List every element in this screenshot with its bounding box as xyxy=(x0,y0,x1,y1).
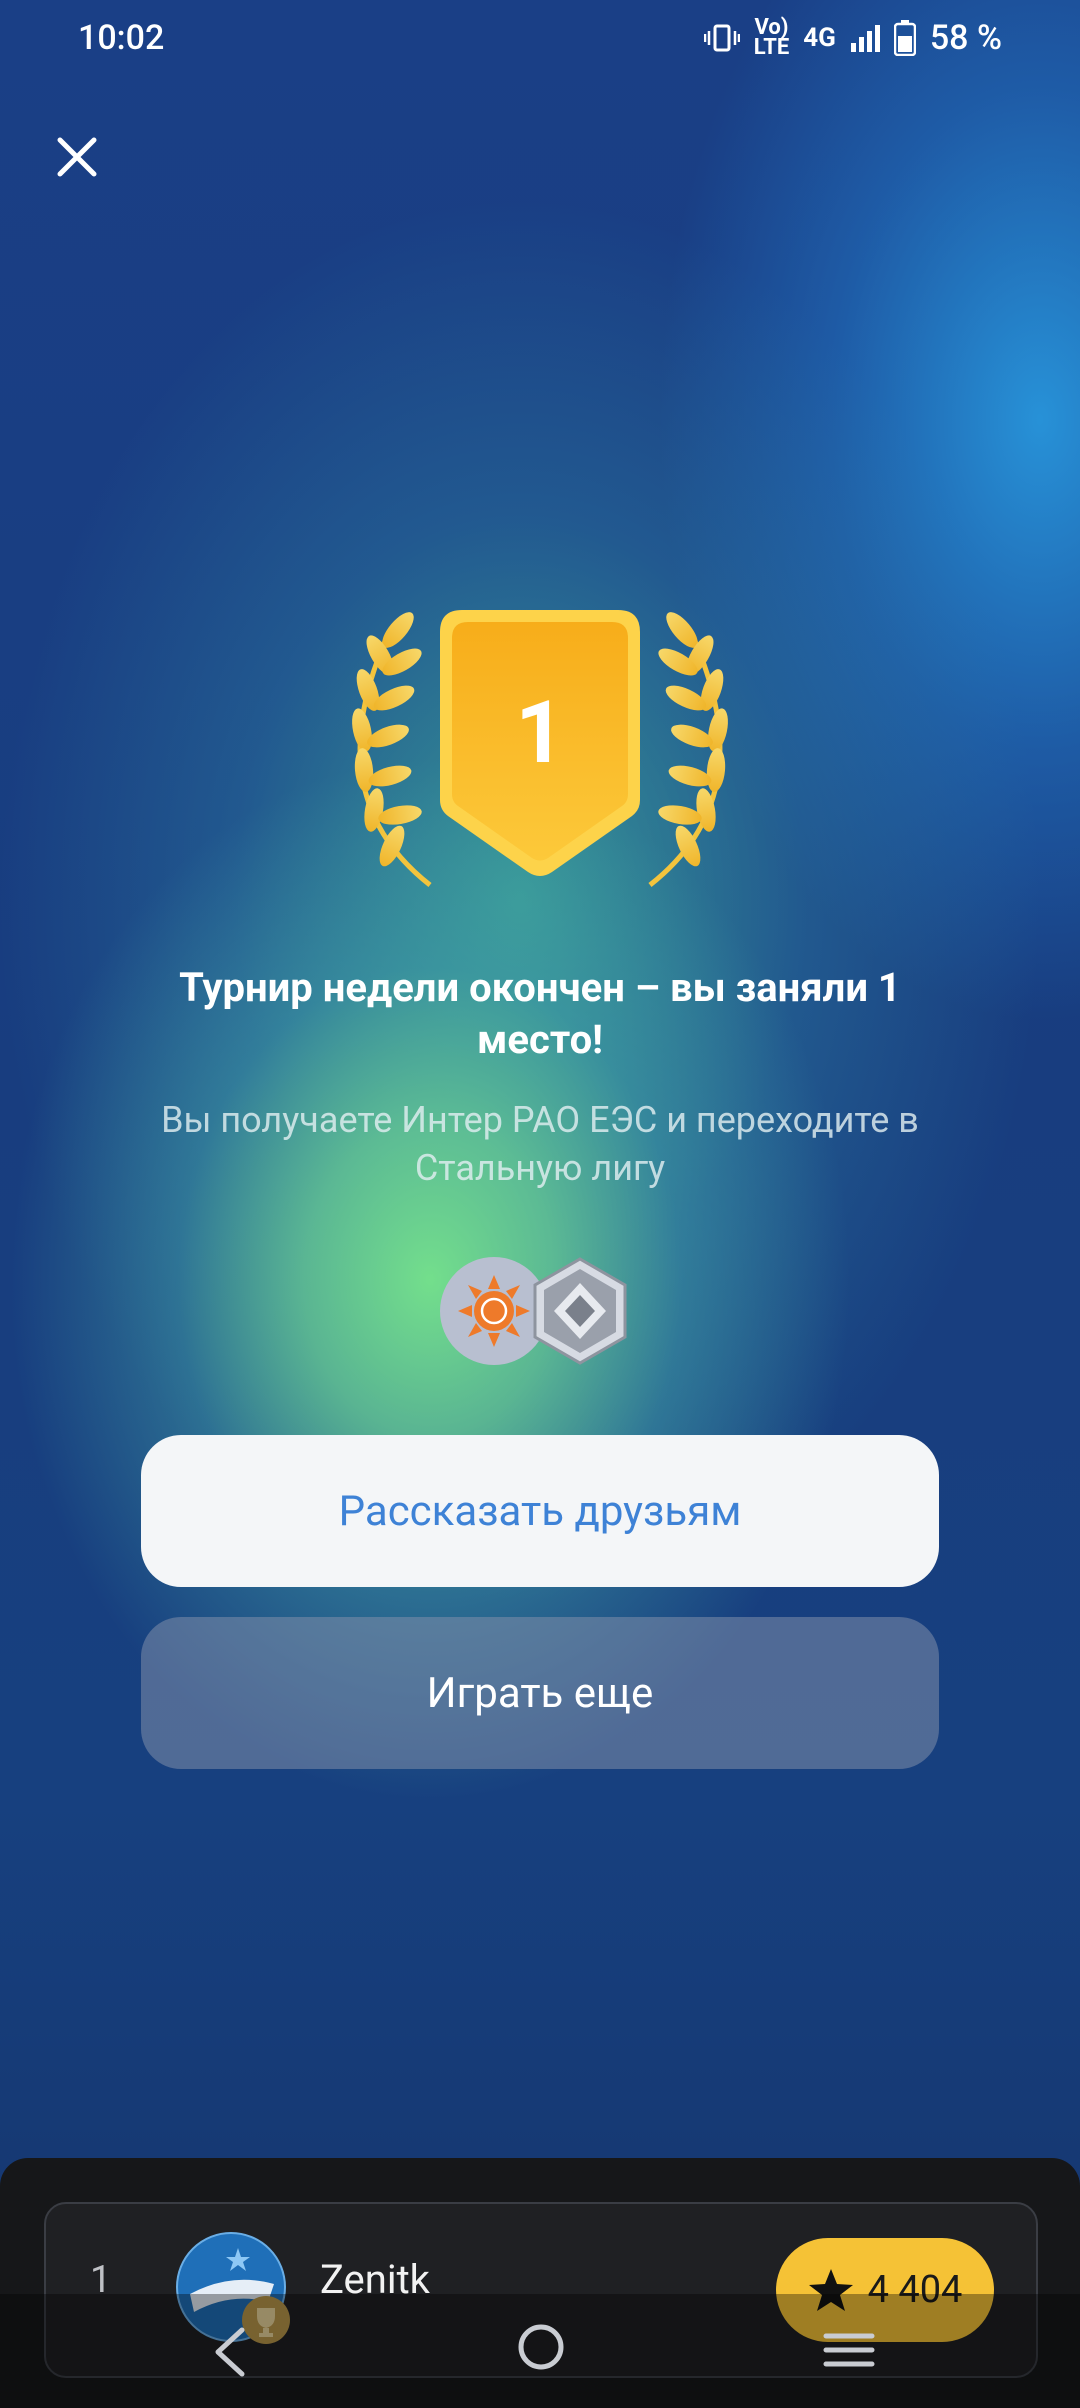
laurel-right-icon xyxy=(648,612,728,887)
place-badge: 1 xyxy=(320,610,760,900)
result-subtitle: Вы получаете Интер РАО ЕЭС и переходите … xyxy=(161,1099,919,1189)
vibrate-icon xyxy=(703,23,740,53)
reward-badges xyxy=(440,1255,640,1365)
laurel-left-icon xyxy=(352,612,432,887)
steel-league-icon xyxy=(533,1257,627,1365)
nav-home-button[interactable] xyxy=(516,2322,566,2376)
status-time: 10:02 xyxy=(78,18,165,58)
close-icon xyxy=(57,137,97,177)
signal-icon xyxy=(850,23,880,53)
status-icons: Vo) LTE 4G 58 % xyxy=(703,15,1002,60)
background-gradient xyxy=(0,0,1080,2408)
home-icon xyxy=(518,2324,564,2370)
system-nav-bar xyxy=(0,2294,1080,2408)
inter-rao-logo-icon xyxy=(440,1257,548,1365)
recents-icon xyxy=(823,2333,875,2367)
battery-icon xyxy=(893,20,916,56)
share-with-friends-button[interactable]: Рассказать друзьям xyxy=(141,1435,939,1587)
nav-back-button[interactable] xyxy=(210,2324,250,2384)
battery-percent: 58 % xyxy=(929,18,1002,58)
close-button[interactable] xyxy=(50,130,104,184)
nav-recents-button[interactable] xyxy=(822,2330,876,2374)
volte-icon: Vo) LTE xyxy=(753,15,790,60)
status-bar: 10:02 Vo) LTE 4G 58 % xyxy=(0,0,1080,80)
result-title: Турнир недели окончен – вы заняли 1 мест… xyxy=(179,964,901,1063)
network-type: 4G xyxy=(803,23,836,53)
back-icon xyxy=(215,2327,245,2377)
place-number: 1 xyxy=(515,682,565,783)
play-again-button[interactable]: Играть еще xyxy=(141,1617,939,1769)
